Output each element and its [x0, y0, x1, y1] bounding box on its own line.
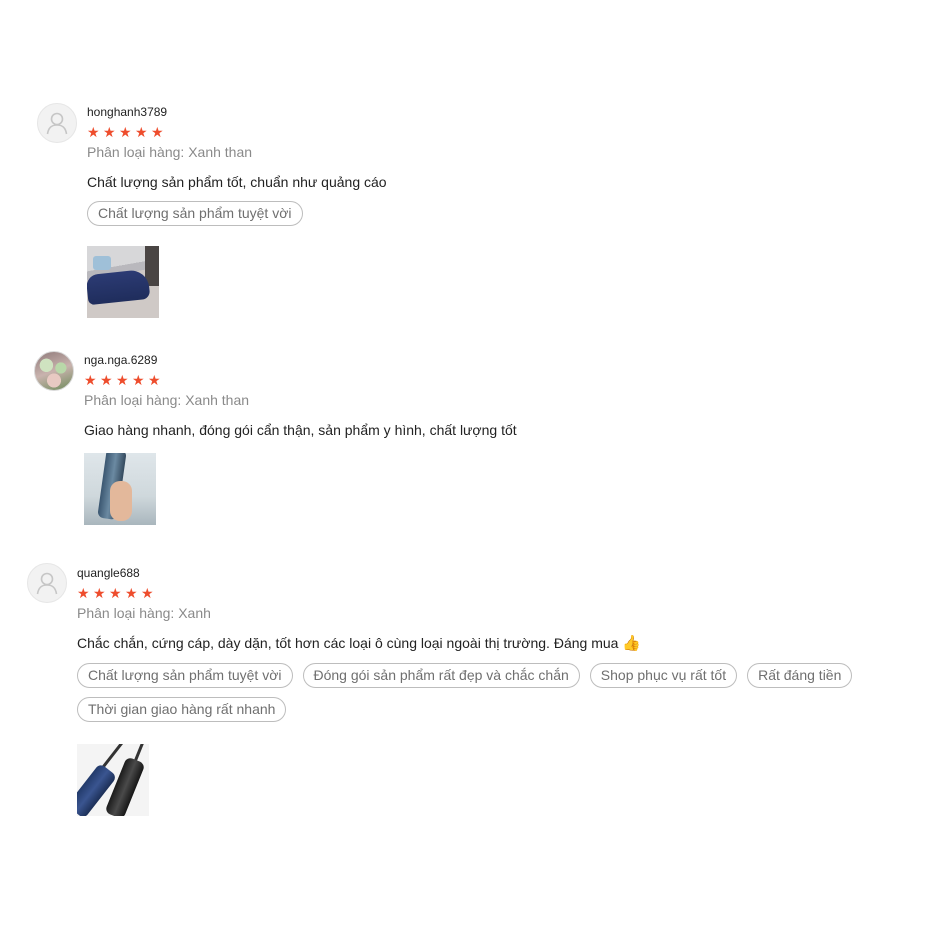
star-icon: ★	[132, 372, 145, 388]
star-icon: ★	[77, 585, 90, 601]
star-icon: ★	[135, 124, 148, 140]
star-rating: ★ ★ ★ ★ ★	[87, 125, 887, 139]
star-icon: ★	[100, 372, 113, 388]
star-icon: ★	[87, 124, 100, 140]
review-username[interactable]: nga.nga.6289	[84, 353, 884, 367]
star-icon: ★	[84, 372, 97, 388]
review-tags: Chất lượng sản phẩm tuyệt vời Đóng gói s…	[77, 663, 867, 722]
review-tag: Đóng gói sản phẩm rất đẹp và chắc chắn	[302, 663, 580, 688]
review-tag: Chất lượng sản phẩm tuyệt vời	[87, 201, 303, 226]
review-comment: Chắc chắn, cứng cáp, dày dặn, tốt hơn cá…	[77, 634, 897, 653]
avatar-placeholder-icon[interactable]	[37, 103, 77, 143]
review-tags: Chất lượng sản phẩm tuyệt vời	[87, 201, 877, 226]
review-tag: Shop phục vụ rất tốt	[589, 663, 738, 688]
star-icon: ★	[151, 124, 164, 140]
avatar[interactable]	[34, 351, 74, 391]
star-icon: ★	[103, 124, 116, 140]
user-icon	[36, 572, 58, 595]
star-rating: ★ ★ ★ ★ ★	[77, 586, 897, 600]
star-icon: ★	[125, 585, 138, 601]
review-username[interactable]: honghanh3789	[87, 105, 887, 119]
review-variation: Phân loại hàng: Xanh than	[87, 144, 253, 160]
review-username[interactable]: quangle688	[77, 566, 897, 580]
review-photo-thumbnail[interactable]	[84, 453, 156, 525]
review-photo-thumbnail[interactable]	[77, 744, 149, 816]
star-icon: ★	[93, 585, 106, 601]
review-tag: Rất đáng tiền	[747, 663, 853, 688]
review-variation: Phân loại hàng: Xanh	[77, 605, 211, 621]
review-variation: Phân loại hàng: Xanh than	[84, 392, 250, 408]
star-icon: ★	[116, 372, 129, 388]
thumbs-up-icon: 👍	[622, 635, 642, 652]
star-rating: ★ ★ ★ ★ ★	[84, 373, 884, 387]
review-photo-thumbnail[interactable]	[87, 246, 159, 318]
star-icon: ★	[148, 372, 161, 388]
star-icon: ★	[119, 124, 132, 140]
review-comment-text: Chắc chắn, cứng cáp, dày dặn, tốt hơn cá…	[77, 635, 619, 651]
avatar-placeholder-icon[interactable]	[27, 563, 67, 603]
review-comment: Chất lượng sản phẩm tốt, chuẩn như quảng…	[87, 174, 387, 190]
star-icon: ★	[141, 585, 154, 601]
star-icon: ★	[109, 585, 122, 601]
review-comment: Giao hàng nhanh, đóng gói cẩn thận, sản …	[84, 422, 517, 438]
review-tag: Chất lượng sản phẩm tuyệt vời	[77, 663, 293, 688]
user-icon	[46, 112, 68, 135]
review-tag: Thời gian giao hàng rất nhanh	[77, 697, 287, 722]
